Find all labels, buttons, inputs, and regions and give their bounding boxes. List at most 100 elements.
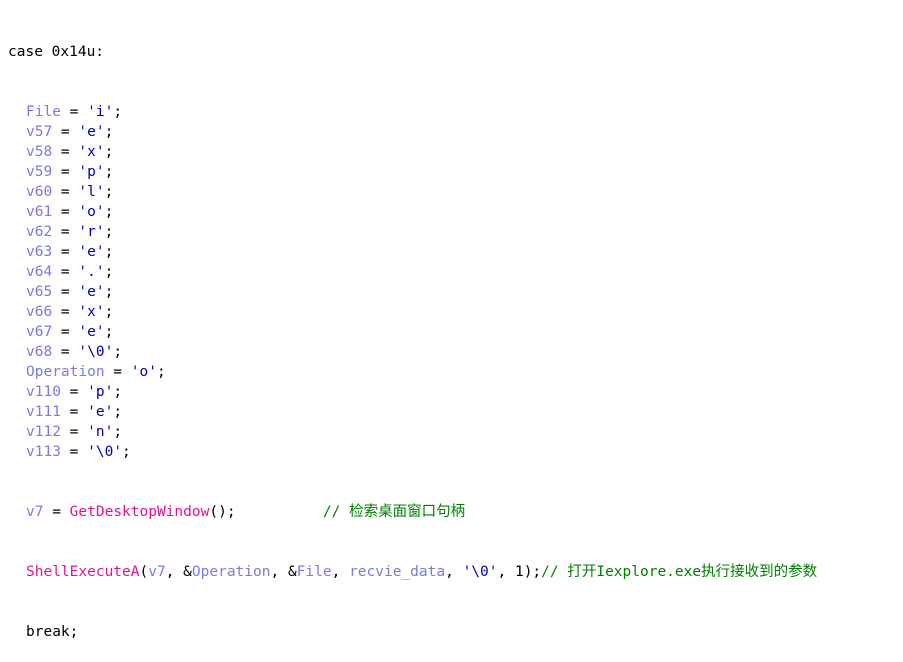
call-tail: , 1); (497, 564, 542, 580)
call-tail: (); (209, 504, 236, 520)
equals-sign: = (60, 444, 88, 460)
equals-sign: = (60, 424, 88, 440)
char-literal: 'e' (87, 404, 114, 420)
char-literal: 'l' (78, 184, 105, 200)
char-literal: '\0' (87, 444, 123, 460)
variable-name[interactable]: v65 (26, 284, 52, 300)
variable-name[interactable]: v112 (26, 424, 61, 440)
equals-sign: = (52, 124, 79, 140)
variable-name[interactable]: v110 (26, 384, 61, 400)
arg-operation[interactable]: Operation (192, 564, 271, 580)
semicolon: ; (156, 364, 166, 380)
comment-desktop-window: // 检索桌面窗口句柄 (322, 504, 466, 520)
variable-name[interactable]: v57 (26, 124, 52, 140)
open-paren: ( (139, 564, 149, 580)
assignment-line: v68 = '\0'; (8, 342, 817, 362)
char-literal: 'x' (78, 304, 105, 320)
assignment-line: File = 'i'; (8, 102, 817, 122)
arg-null-char: '\0' (462, 564, 498, 580)
char-literal: 'n' (87, 424, 114, 440)
arg-recvie-data[interactable]: recvie_data (349, 564, 445, 580)
assignment-line: v65 = 'e'; (8, 282, 817, 302)
sep4: , (445, 564, 463, 580)
variable-name[interactable]: v113 (26, 444, 61, 460)
break-line: break; (8, 622, 817, 642)
func-getdesktopwindow[interactable]: GetDesktopWindow (70, 504, 210, 520)
arg-file[interactable]: File (297, 564, 332, 580)
semicolon: ; (113, 404, 123, 420)
equals-sign: = (52, 344, 79, 360)
sep2: , & (270, 564, 297, 580)
equals-sign: = (104, 364, 131, 380)
semicolon: ; (104, 304, 114, 320)
char-literal: 'r' (78, 224, 105, 240)
semicolon: ; (104, 124, 114, 140)
variable-name[interactable]: v64 (26, 264, 52, 280)
var-v7[interactable]: v7 (26, 504, 43, 520)
comment-gap (236, 504, 323, 520)
case-label: case 0x14u: (8, 44, 105, 60)
shellexecute-line: ShellExecuteA(v7, &Operation, &File, rec… (8, 562, 817, 582)
variable-name[interactable]: v61 (26, 204, 52, 220)
sep3: , (331, 564, 350, 580)
char-literal: 'o' (78, 204, 105, 220)
equals-sign: = (52, 224, 79, 240)
sep1: , & (165, 564, 192, 580)
char-literal: 'p' (87, 384, 114, 400)
variable-name[interactable]: Operation (26, 364, 105, 380)
break-keyword: break; (26, 624, 79, 640)
equals-sign: = (52, 184, 79, 200)
variable-name[interactable]: v63 (26, 244, 52, 260)
equals-sign: = (60, 384, 88, 400)
variable-name[interactable]: v68 (26, 344, 52, 360)
assignment-line: v58 = 'x'; (8, 142, 817, 162)
equals-sign: = (52, 164, 79, 180)
arg-v7[interactable]: v7 (148, 564, 165, 580)
desktop-window-line: v7 = GetDesktopWindow(); // 检索桌面窗口句柄 (8, 502, 817, 522)
variable-name[interactable]: v58 (26, 144, 52, 160)
assignment-line: v63 = 'e'; (8, 242, 817, 262)
char-literal: 'x' (78, 144, 105, 160)
semicolon: ; (104, 164, 114, 180)
equals-sign: = (52, 244, 79, 260)
case-line: case 0x14u: (8, 42, 817, 62)
semicolon: ; (104, 264, 114, 280)
variable-name[interactable]: v111 (26, 404, 61, 420)
pseudocode-view: case 0x14u: File = 'i'; v57 = 'e'; v58 = '… (8, 2, 817, 662)
variable-name[interactable]: v62 (26, 224, 52, 240)
char-literal: 'e' (78, 124, 105, 140)
semicolon: ; (113, 344, 123, 360)
variable-name[interactable]: v59 (26, 164, 52, 180)
char-literal: 'e' (78, 244, 105, 260)
variable-name[interactable]: File (26, 104, 61, 120)
variable-name[interactable]: v67 (26, 324, 52, 340)
equals-sign: = (52, 284, 79, 300)
assignment-line: v62 = 'r'; (8, 222, 817, 242)
assignment-line: v61 = 'o'; (8, 202, 817, 222)
semicolon: ; (104, 204, 114, 220)
semicolon: ; (122, 444, 131, 460)
assignment-line: v67 = 'e'; (8, 322, 817, 342)
equals-sign: = (52, 204, 79, 220)
assignment-line: v57 = 'e'; (8, 122, 817, 142)
equals-sign: = (52, 324, 79, 340)
assignment-block: File = 'i'; v57 = 'e'; v58 = 'x'; v59 = 'p'… (8, 102, 817, 462)
variable-name[interactable]: v66 (26, 304, 52, 320)
assignment-line: v110 = 'p'; (8, 382, 817, 402)
equals-sign: = (60, 404, 88, 420)
assignment-line: v64 = '.'; (8, 262, 817, 282)
semicolon: ; (104, 324, 114, 340)
assignment-line: v59 = 'p'; (8, 162, 817, 182)
assignment-line: v113 = '\0'; (8, 442, 817, 462)
equals-sign: = (52, 144, 79, 160)
equals-sign: = (52, 304, 79, 320)
equals-sign: = (52, 264, 79, 280)
semicolon: ; (104, 244, 114, 260)
char-literal: 'o' (130, 364, 157, 380)
assignment-line: v112 = 'n'; (8, 422, 817, 442)
variable-name[interactable]: v60 (26, 184, 52, 200)
comment-shellexecute: // 打开Iexplore.exe执行接收到的参数 (541, 564, 818, 580)
func-shellexecutea[interactable]: ShellExecuteA (26, 564, 140, 580)
char-literal: '\0' (78, 344, 114, 360)
semicolon: ; (104, 224, 114, 240)
